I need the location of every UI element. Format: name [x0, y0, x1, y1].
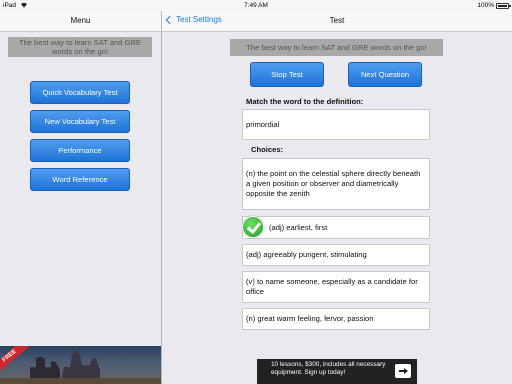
choices-label: Choices: [251, 145, 284, 154]
status-time: 7:49 AM [244, 2, 268, 9]
choice-text: (n) great warm feeling, fervor, passion [246, 314, 374, 323]
choice-text: (v) to name someone, especially as a can… [246, 277, 418, 296]
arrow-right-icon[interactable] [395, 364, 411, 378]
test-title: Test [329, 16, 345, 25]
lessons-ad-banner[interactable]: 10 lessons, $300, includes all necessary… [257, 359, 417, 384]
choice-text: (adj) agreeably pungent, stimulating [246, 250, 367, 259]
status-bar: iPad 7:49 AM 100% [0, 0, 512, 11]
choice-text: (n) the point on the celestial sphere di… [246, 169, 421, 198]
menu-tagline: The best way to learn SAT and GRE words … [8, 37, 152, 57]
test-word: primordial [246, 119, 280, 129]
test-pane: Test Settings Test The best way to learn… [162, 11, 512, 384]
menu-nav-bar: Menu [0, 11, 161, 32]
choice-option[interactable]: (adj) agreeably pungent, stimulating [242, 244, 430, 266]
quick-vocabulary-test-button[interactable]: Quick Vocabulary Test [30, 81, 130, 104]
game-ad-banner[interactable]: FREE [0, 346, 161, 384]
ad-ground-graphic [0, 378, 161, 384]
ipad-screen: iPad 7:49 AM 100% Menu The best way to l… [0, 0, 512, 384]
ad-text: 10 lessons, $300, includes all necessary… [271, 361, 386, 376]
menu-pane: Menu The best way to learn SAT and GRE w… [0, 11, 161, 384]
choice-option[interactable]: (n) the point on the celestial sphere di… [242, 158, 430, 210]
battery-icon [496, 3, 511, 9]
choice-option[interactable]: (v) to name someone, especially as a can… [242, 271, 430, 303]
next-question-button[interactable]: Next Question [348, 62, 422, 87]
new-vocabulary-test-button[interactable]: New Vocabulary Test [30, 110, 130, 133]
prompt-label: Match the word to the definition: [246, 97, 364, 106]
stop-test-button[interactable]: Stop Test [250, 62, 324, 87]
performance-button[interactable]: Performance [30, 139, 130, 162]
choice-text: (adj) earliest, first [269, 222, 328, 232]
battery-percent: 100% [477, 2, 494, 9]
test-tagline: The best way to learn SAT and GRE words … [230, 39, 443, 56]
test-nav-bar: Test Settings Test [162, 11, 512, 32]
free-badge: FREE [0, 346, 29, 373]
battery-level [498, 5, 507, 7]
menu-title: Menu [70, 16, 91, 25]
choice-option[interactable]: (adj) earliest, first [242, 216, 430, 239]
word-box: primordial [242, 109, 430, 140]
word-reference-button[interactable]: Word Reference [30, 168, 130, 191]
correct-check-icon [242, 216, 264, 238]
choice-option[interactable]: (n) great warm feeling, fervor, passion [242, 308, 430, 330]
